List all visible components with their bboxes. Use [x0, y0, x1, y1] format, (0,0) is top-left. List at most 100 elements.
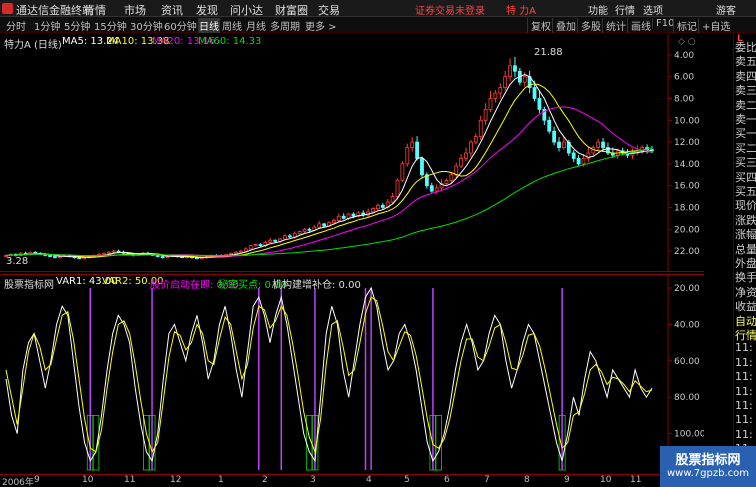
- price-tick-label: 6.00: [674, 73, 694, 83]
- tool-huaxian[interactable]: 画线: [627, 18, 651, 33]
- date-label: 11: [630, 475, 642, 485]
- stock-period-label: 特力A (日线): [4, 40, 62, 51]
- candle-body: [77, 257, 82, 260]
- candle-body: [53, 256, 57, 259]
- period-day[interactable]: 日线: [198, 18, 220, 33]
- candle-body: [576, 158, 581, 165]
- menu-wenxiaoda[interactable]: 问小达: [230, 2, 263, 18]
- candle-body: [253, 244, 258, 247]
- indicator-chart[interactable]: 100.00 80.00 60.00 40.00 20.00: [0, 274, 706, 474]
- candle-body: [371, 208, 375, 213]
- tool-fuquan[interactable]: 复权: [527, 18, 551, 33]
- kline-chart[interactable]: 22.00 20.00 18.00 16.00 14.00 12.00 10.00 8.00 6…: [0, 34, 704, 272]
- candle-body: [33, 251, 38, 254]
- candle-body: [307, 228, 312, 231]
- menu-caifuquan[interactable]: 财富圈: [275, 2, 308, 18]
- period-1min[interactable]: 1分钟: [34, 18, 60, 33]
- period-fenshi[interactable]: 分时: [6, 18, 26, 33]
- title-bar: 通达信金融终端 行情 市场 资讯 发现 问小达 财富圈 交易 证券交易未登录 特…: [0, 0, 756, 17]
- period-60min[interactable]: 60分钟: [164, 18, 197, 33]
- candle-body: [268, 239, 273, 243]
- period-15min[interactable]: 15分钟: [94, 18, 127, 33]
- period-week[interactable]: 周线: [222, 18, 242, 33]
- candle-body: [493, 92, 498, 99]
- low-price-label: 3.28: [6, 256, 29, 267]
- tool-f10[interactable]: F10: [652, 18, 674, 29]
- indicator-tick-label: 100.00: [674, 430, 704, 440]
- candle-body: [155, 255, 160, 257]
- candle-body: [106, 251, 111, 254]
- quote-row-label: 11:: [735, 413, 753, 427]
- menu-zixun[interactable]: 资讯: [161, 2, 183, 18]
- menu-xuanxiang[interactable]: 选项: [643, 2, 663, 17]
- candle-body: [473, 136, 478, 143]
- menu-gongneng[interactable]: 功能: [588, 2, 608, 17]
- candle-body: [297, 231, 302, 235]
- date-label: 2: [262, 475, 268, 485]
- candle-body: [380, 204, 385, 208]
- quote-row-label: 11:: [735, 384, 753, 398]
- menu-jiaoyi[interactable]: 交易: [318, 2, 340, 18]
- site-watermark: 股票指标网 www.7gpzb.com: [660, 446, 756, 487]
- candle-body: [532, 87, 537, 99]
- candle-body: [571, 152, 576, 159]
- candle-body: [116, 250, 121, 253]
- quote-row-label: 11:: [735, 355, 753, 369]
- guest-user[interactable]: 游客: [716, 2, 736, 17]
- menu-shichang[interactable]: 市场: [124, 2, 146, 18]
- candle-body: [243, 248, 248, 252]
- candle-body: [581, 158, 586, 165]
- quote-row-label: 11:: [735, 370, 753, 384]
- indicator-tick-label: 20.00: [674, 284, 700, 294]
- tool-biaoji[interactable]: 标记: [673, 18, 697, 33]
- quote-row-label: 11:: [735, 341, 753, 355]
- period-month[interactable]: 月线: [246, 18, 266, 33]
- date-label: 4: [366, 475, 372, 485]
- candle-body: [547, 119, 552, 132]
- candle-body: [410, 141, 415, 148]
- candle-body: [82, 257, 87, 260]
- date-label: 6: [444, 475, 450, 485]
- candle-body: [336, 215, 341, 221]
- price-tick-label: 16.00: [674, 182, 700, 192]
- date-label: 1: [218, 475, 224, 485]
- candle-body: [459, 158, 464, 167]
- indicator-name[interactable]: 股票指标网: [4, 276, 54, 291]
- tool-diejia[interactable]: 叠加: [552, 18, 576, 33]
- candle-body: [483, 109, 488, 121]
- candle-body: [537, 98, 542, 110]
- candle-body: [376, 204, 380, 209]
- tool-tongji[interactable]: 统计: [602, 18, 626, 33]
- period-more[interactable]: 更多 >: [305, 18, 337, 33]
- indicator-chart-panel[interactable]: 100.00 80.00 60.00 40.00 20.00 股票指标网 VAR1: 4…: [0, 274, 706, 474]
- candle-body: [552, 130, 557, 143]
- tool-zixuan[interactable]: +自选: [698, 18, 730, 33]
- price-tick-label: 12.00: [674, 138, 700, 148]
- signal-inst-legend: 机构建增补仓: 0.00: [272, 280, 361, 291]
- candle-body: [395, 179, 400, 198]
- login-warning[interactable]: 证券交易未登录: [415, 2, 485, 17]
- candle-body: [449, 174, 454, 181]
- candle-body: [464, 152, 468, 159]
- panel-control-icon[interactable]: ◇ ○: [678, 37, 696, 47]
- kline-chart-panel[interactable]: 22.00 20.00 18.00 16.00 14.00 12.00 10.00 8.00 6…: [0, 34, 704, 272]
- menu-hangqing-right[interactable]: 行情: [615, 2, 635, 17]
- app-logo-icon: [2, 3, 13, 14]
- watermark-url: www.7gpzb.com: [667, 468, 749, 479]
- period-multi[interactable]: 多周期: [270, 18, 300, 33]
- candle-body: [400, 163, 405, 181]
- candle-body: [229, 252, 234, 255]
- date-axis: 2006年 9 10 11 12 1 2 3 4 5 6 7 8 9 10 11: [0, 474, 704, 487]
- candle-body: [273, 239, 278, 242]
- candle-body: [287, 235, 292, 238]
- date-label: 3: [310, 475, 316, 485]
- period-30min[interactable]: 30分钟: [130, 18, 163, 33]
- menu-faxian[interactable]: 发现: [196, 2, 218, 18]
- candle-body: [508, 65, 512, 78]
- period-5min[interactable]: 5分钟: [64, 18, 90, 33]
- candle-body: [444, 179, 449, 184]
- tool-duogu[interactable]: 多股: [577, 18, 601, 33]
- menu-hangqing[interactable]: 行情: [84, 2, 106, 18]
- date-label: 12: [170, 475, 182, 485]
- indicator-tick-label: 60.00: [674, 357, 700, 367]
